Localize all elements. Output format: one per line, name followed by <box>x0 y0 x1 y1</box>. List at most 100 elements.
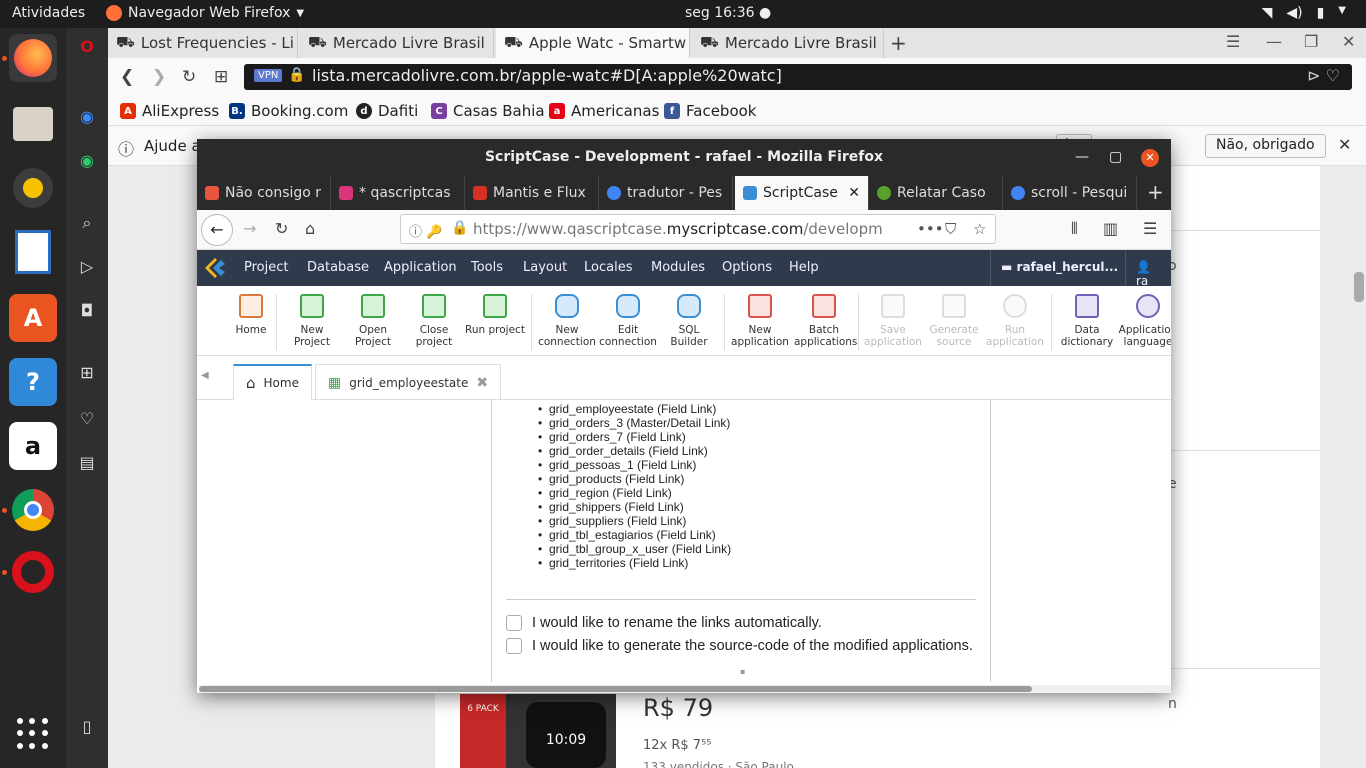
outer-tab[interactable]: ⛟ Mercado Livre Brasil ✕ <box>692 28 884 58</box>
window-tab[interactable]: Não consigo r <box>197 176 331 210</box>
user-menu[interactable]: 👤 ra <box>1125 250 1171 288</box>
project-folder-menu[interactable]: ▬ rafael_hercul... <box>990 250 1128 286</box>
tab-home[interactable]: ⌂ Home <box>233 364 312 400</box>
speed-dial-icon[interactable]: ⊞ <box>76 362 98 384</box>
close-icon[interactable]: ✕ <box>491 35 493 51</box>
outer-tab[interactable]: ⛟ Lost Frequencies - Li ✕ <box>108 28 298 58</box>
new-tab-button[interactable]: + <box>890 31 907 55</box>
edit-connection-button[interactable]: Edit connection <box>598 294 658 348</box>
send-icon[interactable]: ▷ <box>76 256 98 278</box>
reload-icon[interactable]: ↻ <box>182 67 196 87</box>
back-icon[interactable]: ← <box>201 214 233 246</box>
close-icon[interactable]: ✖ <box>476 375 488 391</box>
help-icon[interactable]: ? <box>9 358 57 406</box>
minimize-icon[interactable]: — <box>1266 32 1282 51</box>
data-dictionary-button[interactable]: Data dictionary <box>1057 294 1117 348</box>
forward-icon[interactable]: → <box>243 219 256 238</box>
files-icon[interactable] <box>9 100 57 148</box>
sql-builder-button[interactable]: SQL Builder <box>659 294 719 348</box>
chrome-icon[interactable] <box>9 486 57 534</box>
maximize-icon[interactable]: ❐ <box>1304 32 1318 51</box>
sidebar-icon[interactable]: ▥ <box>1103 219 1118 238</box>
menu-database[interactable]: Database <box>307 260 369 275</box>
new-tab-button[interactable]: + <box>1147 180 1164 204</box>
product-price[interactable]: R$ 79 <box>643 694 713 722</box>
speed-dial-icon[interactable]: ⊞ <box>214 67 228 87</box>
close-icon[interactable]: ✕ <box>1342 32 1355 51</box>
window-titlebar[interactable]: ScriptCase - Development - rafael - Mozi… <box>197 139 1171 176</box>
menu-tools[interactable]: Tools <box>471 260 503 275</box>
system-tray[interactable]: ◥ ◀) ▮ ▼ <box>1262 5 1346 21</box>
share-heart-icons[interactable]: ⊳ ♡ <box>1307 66 1340 85</box>
outer-scrollbar[interactable] <box>1354 272 1364 302</box>
rename-links-checkbox[interactable] <box>506 615 522 631</box>
menu-locales[interactable]: Locales <box>584 260 632 275</box>
scrollbar-thumb[interactable] <box>199 686 1032 692</box>
rename-links-option[interactable]: I would like to rename the links automat… <box>506 615 822 631</box>
run-project-button[interactable]: Run project <box>465 294 525 336</box>
bookmark-facebook[interactable]: f Facebook <box>664 102 756 120</box>
whatsapp-icon[interactable]: ◉ <box>76 150 98 172</box>
opera-icon[interactable] <box>9 548 57 596</box>
menu-help[interactable]: Help <box>789 260 819 275</box>
window-tab[interactable]: tradutor - Pes <box>599 176 733 210</box>
close-project-button[interactable]: Close project <box>404 294 464 348</box>
home-button[interactable]: Home <box>221 294 281 336</box>
writer-icon[interactable] <box>9 228 57 276</box>
menu-layout[interactable]: Layout <box>523 260 567 275</box>
generate-source-checkbox[interactable] <box>506 638 522 654</box>
home-icon[interactable]: ⌂ <box>305 219 315 238</box>
close-icon[interactable]: ✕ <box>848 185 860 201</box>
software-center-icon[interactable]: A <box>9 294 57 342</box>
amazon-icon[interactable]: a <box>9 422 57 470</box>
horizontal-scrollbar[interactable] <box>199 685 1171 693</box>
menu-application[interactable]: Application <box>384 260 457 275</box>
batch-applications-button[interactable]: Batch applications <box>794 294 857 348</box>
pocket-icon[interactable]: ⛉ <box>945 220 956 238</box>
forward-icon[interactable]: ❯ <box>152 67 166 87</box>
generate-source-button[interactable]: Generate source <box>924 294 984 348</box>
outer-tab[interactable]: ⛟ Mercado Livre Brasil ✕ <box>300 28 494 58</box>
activities-button[interactable]: Atividades <box>12 5 85 21</box>
back-icon[interactable]: ❮ <box>120 67 134 87</box>
window-tab[interactable]: Mantis e Flux <box>465 176 599 210</box>
scroll-left-icon[interactable]: ◀ <box>201 370 209 381</box>
generate-source-option[interactable]: I would like to generate the source-code… <box>506 638 973 654</box>
messenger-icon[interactable]: ◉ <box>76 106 98 128</box>
product-image[interactable]: 6 PACK 10:09 <box>460 694 616 768</box>
clock[interactable]: seg 16:36 ● <box>685 5 771 21</box>
rhythmbox-icon[interactable] <box>9 164 57 212</box>
window-tab[interactable]: scroll - Pesqui <box>1003 176 1137 210</box>
window-tab[interactable]: * qascriptcas <box>331 176 465 210</box>
bookmark-americanas[interactable]: a Americanas <box>549 102 659 120</box>
tab-grid-employeestate[interactable]: ▦ grid_employeestate ✖ <box>315 364 502 400</box>
run-application-button[interactable]: Run application <box>985 294 1045 348</box>
menu-icon[interactable]: ☰ <box>1143 219 1157 238</box>
close-icon[interactable]: ✕ <box>1338 135 1351 154</box>
window-tab-active[interactable]: ScriptCase ✕ <box>735 176 869 210</box>
minimize-icon[interactable]: — <box>1075 139 1089 176</box>
news-icon[interactable]: ▤ <box>76 452 98 474</box>
sidebar-toggle-icon[interactable]: ▯ <box>76 716 98 738</box>
app-menu[interactable]: Navegador Web Firefox ▼ <box>106 5 304 21</box>
new-project-button[interactable]: New Project <box>282 294 342 348</box>
search-icon[interactable]: ⌕ <box>76 212 98 234</box>
heart-icon[interactable]: ♡ <box>76 408 98 430</box>
application-language-button[interactable]: Application language <box>1118 294 1171 348</box>
page-actions-icon[interactable]: ••• <box>917 220 944 238</box>
open-project-button[interactable]: Open Project <box>343 294 403 348</box>
camera-icon[interactable]: ◘ <box>76 300 98 322</box>
resize-handle[interactable]: ▪ <box>740 667 745 676</box>
menu-options[interactable]: Options <box>722 260 772 275</box>
bookmark-booking[interactable]: B. Booking.com <box>229 102 348 120</box>
save-application-button[interactable]: Save application <box>863 294 923 348</box>
window-tab[interactable]: Relatar Caso <box>869 176 1003 210</box>
reload-icon[interactable]: ↻ <box>275 219 288 238</box>
new-connection-button[interactable]: New connection <box>537 294 597 348</box>
outer-address-bar[interactable]: VPN 🔒 lista.mercadolivre.com.br/apple-wa… <box>244 64 1352 90</box>
outer-tab-active[interactable]: ⛟ Apple Watc - Smartw ✕ <box>496 28 690 58</box>
maximize-icon[interactable]: ▢ <box>1109 139 1122 176</box>
new-application-button[interactable]: New application <box>730 294 790 348</box>
bookmark-casas-bahia[interactable]: C Casas Bahia <box>431 102 545 120</box>
notification-decline-button[interactable]: Não, obrigado <box>1205 134 1326 158</box>
